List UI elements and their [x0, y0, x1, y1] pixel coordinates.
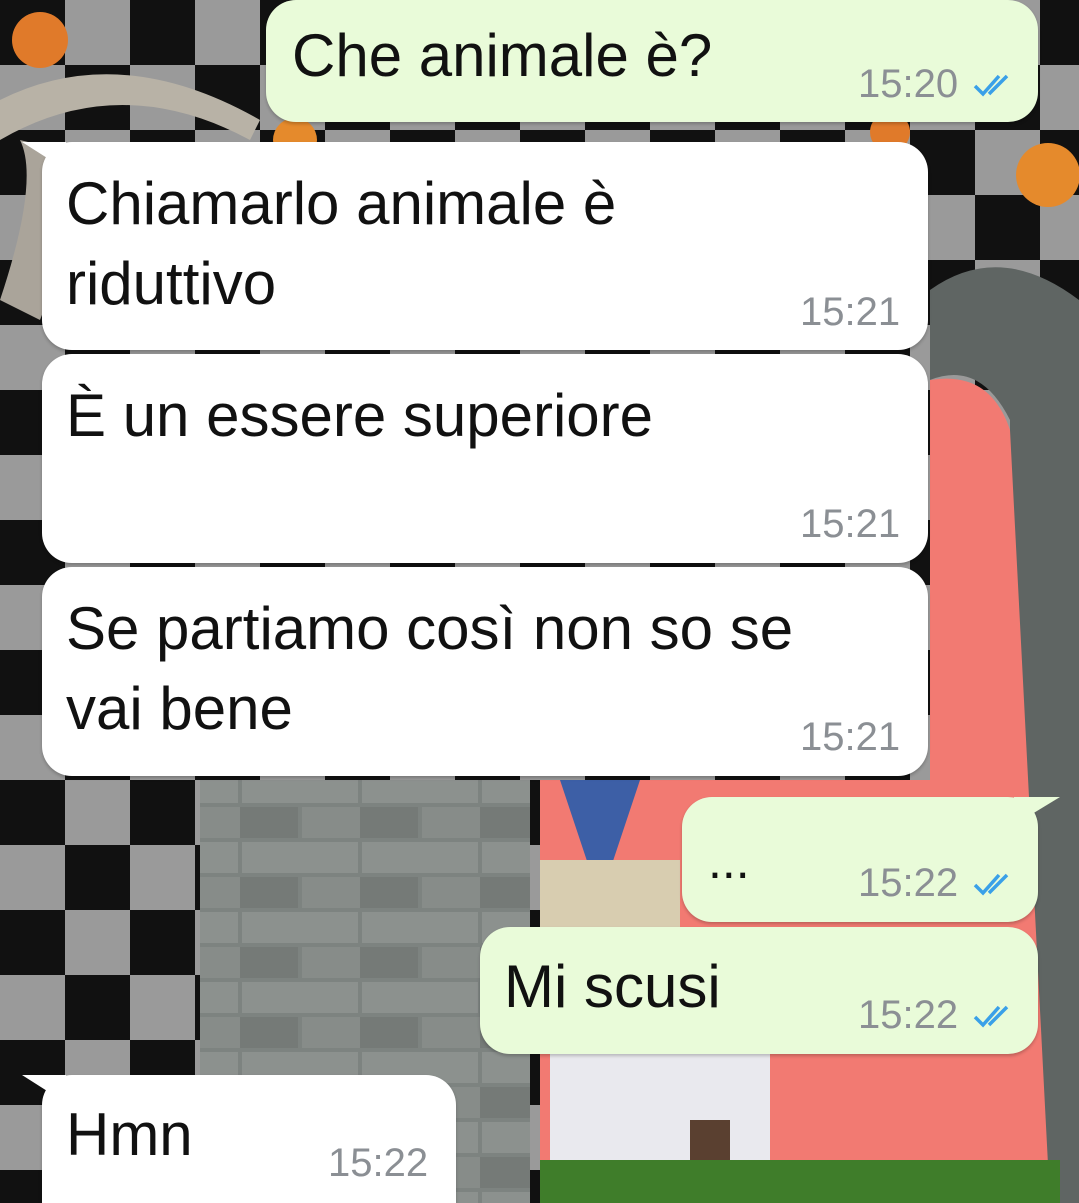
double-check-icon	[973, 873, 1009, 896]
message-time: 15:21	[800, 502, 901, 546]
message-time: 15:20	[858, 62, 959, 106]
double-check-icon	[973, 74, 1009, 97]
message-text: ...	[708, 833, 750, 889]
message-text: Mi scusi	[504, 953, 721, 1020]
message-time: 15:21	[800, 290, 901, 334]
bubble-tail	[22, 142, 66, 170]
message-bubble-outgoing[interactable]: Che animale è? 15:20	[266, 0, 1038, 122]
message-text-line: riduttivo	[66, 250, 277, 317]
message-text: Che animale è?	[292, 22, 713, 89]
message-bubble-incoming[interactable]: È un essere superiore 15:21	[42, 354, 928, 563]
message-text-line: Se partiamo così non so se	[66, 595, 794, 662]
message-text-line: Chiamarlo animale è	[66, 170, 617, 237]
bubble-tail	[22, 1075, 66, 1103]
message-text: È un essere superiore	[66, 382, 653, 449]
message-time: 15:22	[858, 993, 959, 1037]
message-bubble-incoming[interactable]: Chiamarlo animale è riduttivo 15:21	[22, 142, 928, 350]
message-text-line: vai bene	[66, 675, 293, 742]
message-time: 15:22	[328, 1141, 429, 1185]
message-bubble-outgoing[interactable]: Mi scusi 15:22	[480, 927, 1038, 1054]
message-text: Hmn	[66, 1101, 193, 1168]
message-bubble-incoming[interactable]: Hmn 15:22	[22, 1075, 456, 1203]
bubble-tail	[1014, 797, 1060, 825]
message-bubble-incoming[interactable]: Se partiamo così non so se vai bene 15:2…	[42, 567, 928, 776]
message-time: 15:21	[800, 715, 901, 759]
message-time: 15:22	[858, 861, 959, 905]
message-bubble-outgoing[interactable]: ... 15:22	[682, 797, 1060, 922]
double-check-icon	[973, 1005, 1009, 1028]
